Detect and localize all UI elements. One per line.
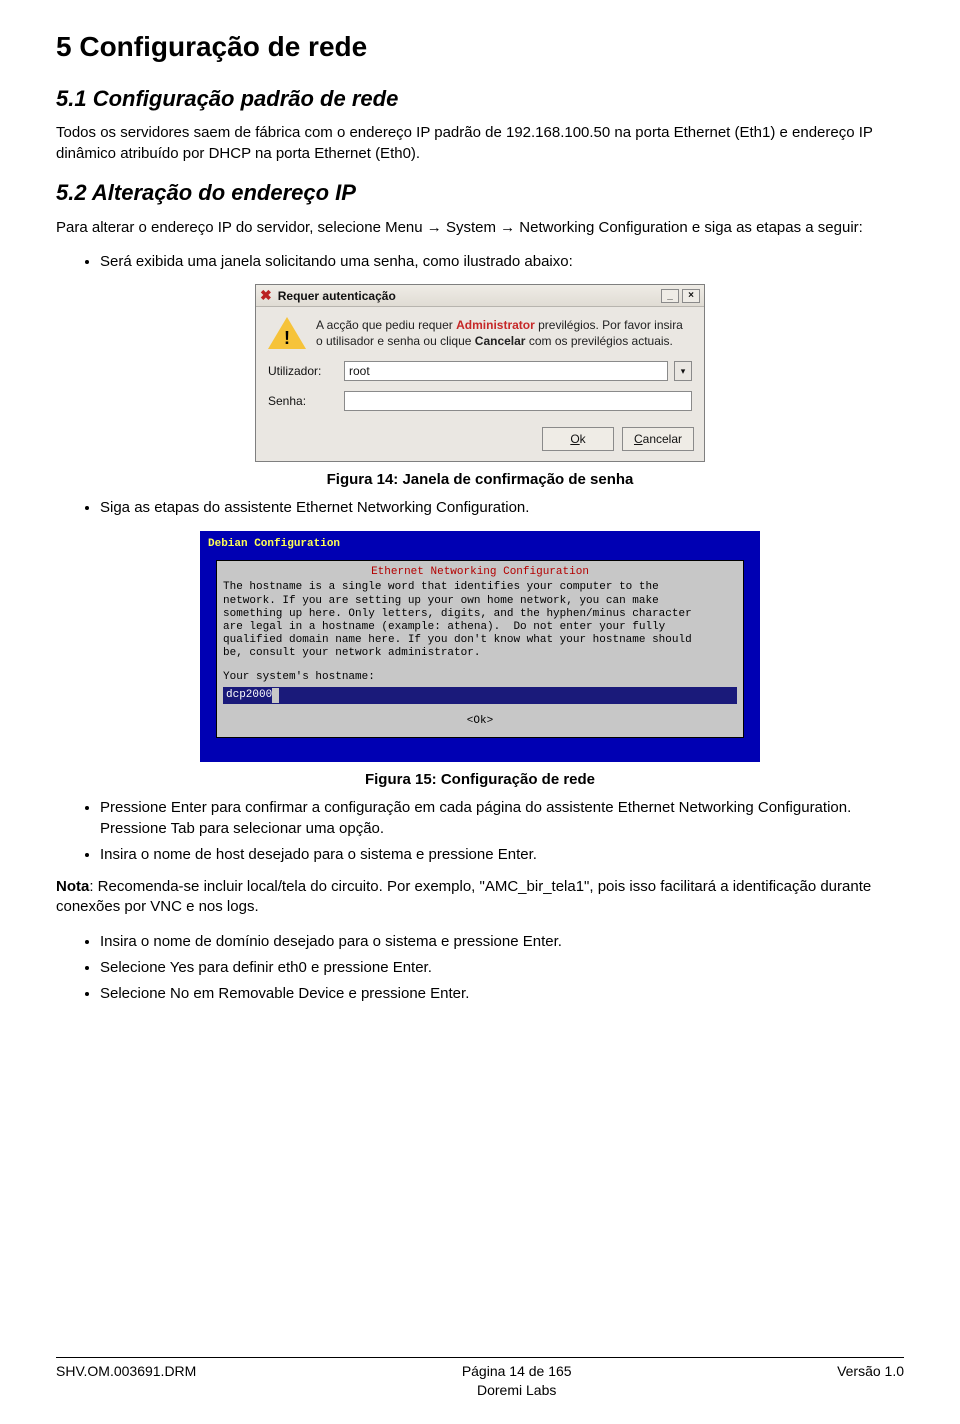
debian-prompt: Your system's hostname:: [223, 670, 737, 685]
para-5-2-intro: Para alterar o endereço IP do servidor, …: [56, 218, 904, 238]
user-input[interactable]: root: [344, 361, 668, 381]
bullet-eth0-yes: Selecione Yes para definir eth0 e pressi…: [100, 958, 904, 978]
debian-config-title: Debian Configuration: [208, 537, 754, 552]
nota-paragraph: Nota: Recomenda-se incluir local/tela do…: [56, 877, 904, 918]
bullet-removable-no: Selecione No em Removable Device e press…: [100, 984, 904, 1004]
bullet-domain: Insira o nome de domínio desejado para o…: [100, 932, 904, 952]
footer-version: Versão 1.0: [837, 1362, 904, 1400]
warning-icon: !: [268, 317, 306, 351]
user-combo-chevron-down-icon[interactable]: ▾: [674, 361, 692, 381]
debian-config-window: Ethernet Networking Configuration The ho…: [216, 560, 744, 739]
debian-ok-button[interactable]: <Ok>: [223, 714, 737, 729]
password-input[interactable]: [344, 391, 692, 411]
dialog-app-icon: ✖: [260, 286, 272, 305]
figure-15-caption: Figura 15: Configuração de rede: [56, 770, 904, 790]
auth-dialog-title: Requer autenticação: [278, 288, 396, 304]
close-icon[interactable]: ×: [682, 289, 700, 303]
user-label: Utilizador:: [268, 363, 338, 379]
auth-dialog-message: A acção que pediu requer Administrator p…: [316, 317, 692, 351]
debian-config-screen: Debian Configuration Ethernet Networking…: [200, 531, 760, 762]
debian-body-text: The hostname is a single word that ident…: [223, 581, 737, 660]
heading-chapter: 5 Configuração de rede: [56, 28, 904, 66]
cancel-button[interactable]: Cancelar: [622, 427, 694, 451]
footer-doc-id: SHV.OM.003691.DRM: [56, 1362, 196, 1400]
hostname-input[interactable]: dcp2000_: [223, 687, 737, 704]
figure-14-caption: Figura 14: Janela de confirmação de senh…: [56, 470, 904, 490]
auth-dialog: ✖ Requer autenticação _ × ! A acção que …: [255, 284, 705, 462]
heading-section-5-1: 5.1 Configuração padrão de rede: [56, 84, 904, 114]
bullet-follow-wizard: Siga as etapas do assistente Ethernet Ne…: [100, 498, 904, 518]
auth-dialog-titlebar: ✖ Requer autenticação _ ×: [256, 285, 704, 307]
ok-button[interactable]: Ok: [542, 427, 614, 451]
bullet-hostname: Insira o nome de host desejado para o si…: [100, 845, 904, 865]
footer-page: Página 14 de 165: [462, 1363, 572, 1379]
para-5-1: Todos os servidores saem de fábrica com …: [56, 123, 904, 164]
minimize-icon[interactable]: _: [661, 289, 679, 303]
footer-company: Doremi Labs: [477, 1382, 556, 1398]
heading-section-5-2: 5.2 Alteração do endereço IP: [56, 178, 904, 208]
bullet-press-enter: Pressione Enter para confirmar a configu…: [100, 798, 904, 839]
password-label: Senha:: [268, 393, 338, 409]
page-footer: SHV.OM.003691.DRM Página 14 de 165 Dorem…: [56, 1357, 904, 1400]
debian-window-heading: Ethernet Networking Configuration: [223, 565, 737, 580]
bullet-password-window: Será exibida uma janela solicitando uma …: [100, 252, 904, 272]
